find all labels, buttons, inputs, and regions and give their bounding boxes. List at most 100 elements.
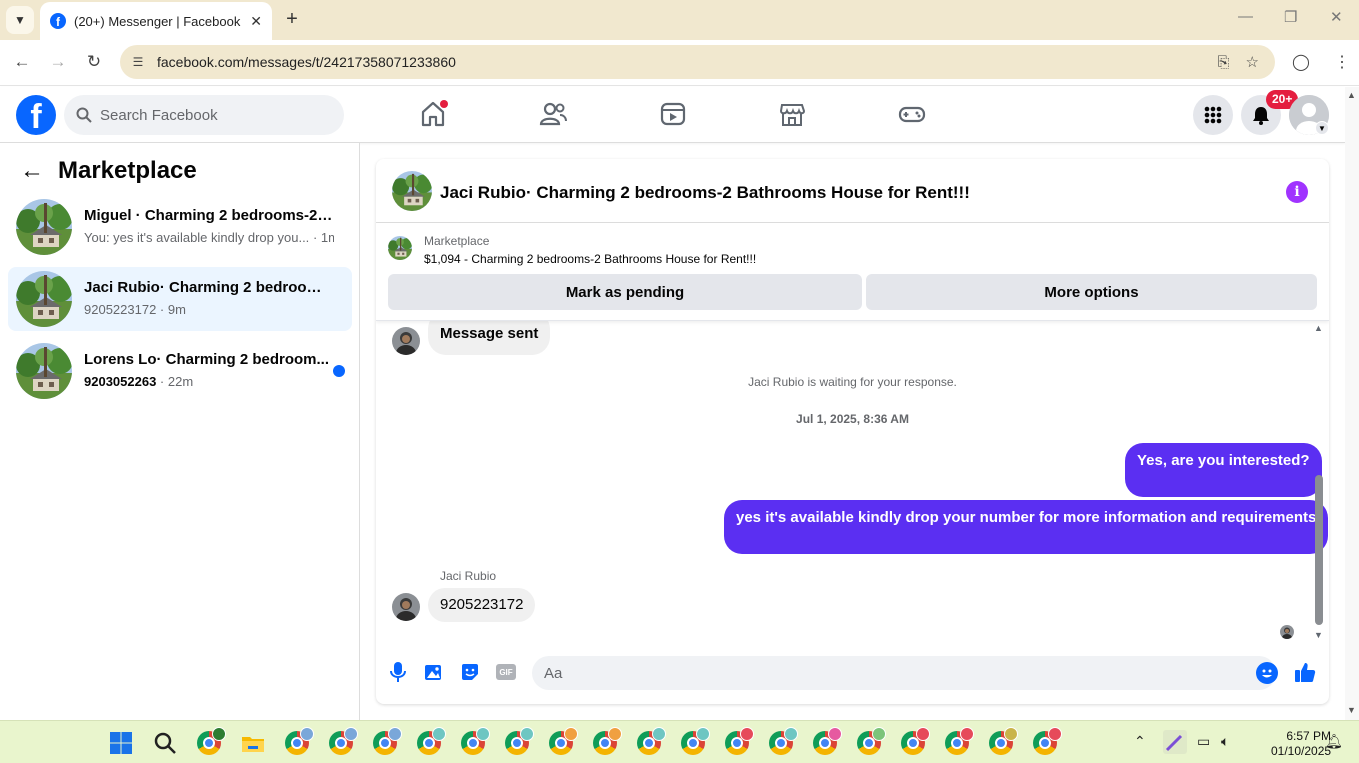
system-clock[interactable]: 6:57 PM 01/10/2025: [1271, 729, 1331, 759]
windows-start-icon[interactable]: [109, 731, 133, 755]
conversation-item[interactable]: Lorens Lo· Charming 2 bedroom... 9203052…: [8, 339, 352, 403]
contact-avatar[interactable]: [392, 327, 420, 355]
conversation-name: Miguel · Charming 2 bedrooms-2 ...: [84, 207, 334, 224]
profile-badge-icon: [388, 727, 402, 741]
outgoing-message[interactable]: yes it's available kindly drop your numb…: [724, 500, 1329, 554]
chat-scroll-down-icon[interactable]: ▼: [1314, 630, 1323, 640]
profile-badge-icon: [432, 727, 446, 741]
message-composer: GIF: [376, 654, 1329, 694]
window-close-icon[interactable]: ✕: [1330, 8, 1343, 26]
tab-title: (20+) Messenger | Facebook: [74, 13, 241, 29]
gaming-icon[interactable]: [897, 99, 927, 129]
conversation-preview: You: yes it's available kindly drop you.…: [84, 230, 334, 245]
message-timestamp: Jul 1, 2025, 8:36 AM: [796, 412, 909, 426]
sticker-icon[interactable]: [459, 661, 481, 683]
chat-listing-thumbnail[interactable]: [392, 171, 432, 211]
file-explorer-icon[interactable]: [241, 731, 265, 755]
listing-small-thumbnail[interactable]: [388, 236, 412, 260]
like-thumbs-up-icon[interactable]: [1294, 661, 1316, 683]
profile-badge-icon: [872, 727, 886, 741]
chat-scroll-up-icon[interactable]: ▲: [1314, 323, 1323, 333]
video-icon[interactable]: [658, 99, 688, 129]
profile-badge-icon: [652, 727, 666, 741]
tray-overflow-chevron-icon[interactable]: ⌃: [1134, 733, 1146, 750]
taskbar-search-icon[interactable]: [153, 731, 177, 755]
back-arrow-icon[interactable]: ←: [20, 157, 44, 185]
profile-badge-icon: [608, 727, 622, 741]
profile-icon[interactable]: ◯: [1292, 52, 1310, 72]
message-thread: Message sent Jaci Rubio is waiting for y…: [376, 321, 1329, 646]
minimize-icon[interactable]: —: [1238, 8, 1253, 25]
facebook-header: f: [0, 87, 1345, 143]
mark-as-pending-button[interactable]: Mark as pending: [388, 274, 862, 310]
restore-icon[interactable]: ❐: [1284, 8, 1297, 26]
photo-icon[interactable]: [423, 661, 445, 683]
forward-icon[interactable]: →: [47, 52, 69, 72]
friends-icon[interactable]: [538, 99, 568, 129]
chat-panel: Jaci Rubio· Charming 2 bedrooms-2 Bathro…: [376, 159, 1329, 704]
listing-kicker: Marketplace: [424, 234, 490, 248]
facebook-favicon-icon: f: [50, 13, 66, 29]
back-icon[interactable]: ←: [11, 52, 33, 72]
sidebar-title: Marketplace: [58, 157, 197, 184]
profile-badge-icon: [520, 727, 534, 741]
facebook-logo[interactable]: f: [16, 95, 56, 135]
bookmark-star-icon[interactable]: ☆: [1246, 53, 1259, 71]
notification-bell-icon[interactable]: 🔔︎: [1325, 733, 1343, 750]
facebook-search[interactable]: [64, 95, 344, 135]
incoming-message[interactable]: 9205223172: [428, 588, 536, 622]
profile-badge-icon: [784, 727, 798, 741]
clock-date: 01/10/2025: [1271, 744, 1332, 758]
windows-taskbar: ⌃ ▭ 🔈︎ 6:57 PM 01/10/2025 🔔︎: [0, 720, 1359, 763]
address-bar[interactable]: ☰ facebook.com/messages/t/24217358071233…: [120, 45, 1275, 79]
chat-scrollbar[interactable]: ▲ ▼: [1313, 323, 1325, 643]
profile-badge-icon: [476, 727, 490, 741]
tab-search-button[interactable]: ▼: [6, 6, 34, 34]
listing-thumbnail: [16, 271, 72, 327]
site-info-icon[interactable]: ☰: [128, 55, 148, 69]
info-icon[interactable]: i: [1286, 181, 1308, 203]
conversation-name: Lorens Lo· Charming 2 bedroom...: [84, 351, 330, 368]
profile-badge-icon: [212, 727, 226, 741]
account-chevron-down-icon[interactable]: ▼: [1315, 121, 1329, 135]
page-scrollbar[interactable]: ▲ ▼: [1345, 87, 1359, 720]
tab-close-icon[interactable]: ✕: [250, 13, 262, 30]
sender-name: Jaci Rubio: [440, 569, 497, 583]
read-receipt-avatar: [1280, 625, 1294, 639]
scroll-up-icon[interactable]: ▲: [1347, 90, 1356, 100]
listing-thumbnail: [16, 199, 72, 255]
microphone-icon[interactable]: [387, 661, 409, 683]
message-input[interactable]: [532, 656, 1276, 690]
profile-badge-icon: [1004, 727, 1018, 741]
outgoing-message[interactable]: Yes, are you interested?: [1125, 443, 1322, 497]
new-tab-button[interactable]: +: [282, 8, 302, 30]
pen-tray-icon[interactable]: [1163, 730, 1187, 754]
network-icon[interactable]: ▭: [1197, 733, 1210, 750]
gif-icon[interactable]: GIF: [496, 664, 516, 680]
marketplace-icon[interactable]: [777, 99, 807, 129]
chat-scroll-thumb[interactable]: [1315, 475, 1323, 625]
menu-grid-button[interactable]: [1193, 95, 1233, 135]
listing-description[interactable]: $1,094 - Charming 2 bedrooms-2 Bathrooms…: [424, 252, 756, 266]
conversation-item[interactable]: Miguel · Charming 2 bedrooms-2 ... You: …: [8, 195, 352, 259]
conversation-name: Jaci Rubio· Charming 2 bedrooms-...: [84, 279, 334, 296]
scroll-down-icon[interactable]: ▼: [1347, 705, 1356, 715]
listing-thumbnail: [16, 343, 72, 399]
browser-tab[interactable]: f (20+) Messenger | Facebook ✕: [40, 2, 272, 40]
incoming-message[interactable]: Message sent: [428, 321, 551, 355]
profile-badge-icon: [828, 727, 842, 741]
browser-toolbar: ← → ↻ ☰ facebook.com/messages/t/24217358…: [0, 40, 1359, 86]
conversation-item-active[interactable]: Jaci Rubio· Charming 2 bedrooms-... 9205…: [8, 267, 352, 331]
profile-badge-icon: [916, 727, 930, 741]
volume-icon[interactable]: 🔈︎: [1221, 733, 1229, 750]
emoji-icon[interactable]: [1256, 662, 1278, 684]
browser-menu-icon[interactable]: ⋮: [1334, 52, 1350, 72]
profile-badge-icon: [300, 727, 314, 741]
more-options-button[interactable]: More options: [866, 274, 1317, 310]
search-input[interactable]: [100, 106, 320, 124]
reload-icon[interactable]: ↻: [83, 52, 105, 72]
chat-title[interactable]: Jaci Rubio· Charming 2 bedrooms-2 Bathro…: [440, 183, 970, 203]
contact-avatar[interactable]: [392, 593, 420, 621]
url-text[interactable]: facebook.com/messages/t/2421735807123386…: [157, 54, 1218, 70]
install-app-icon[interactable]: ⎘: [1218, 54, 1230, 71]
